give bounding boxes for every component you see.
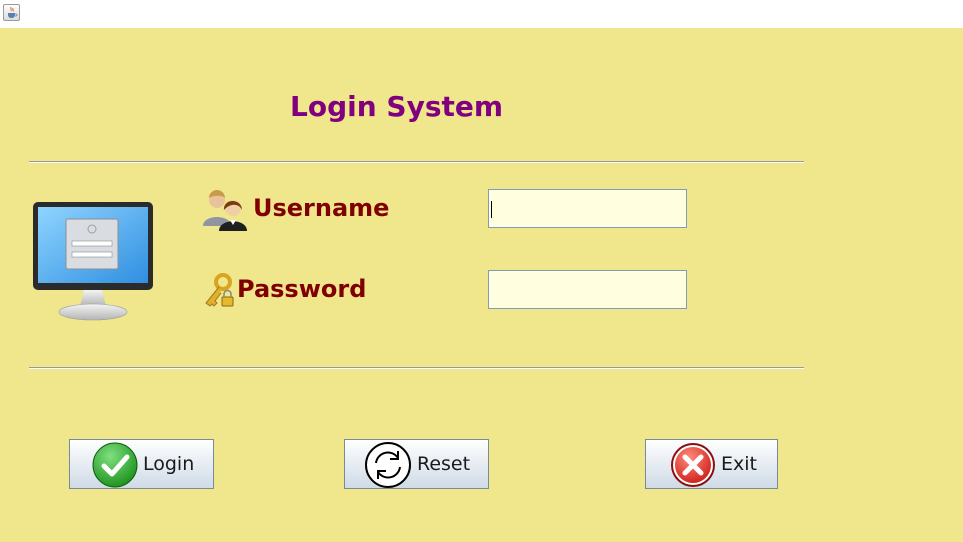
password-input[interactable] xyxy=(488,270,687,309)
username-label: Username xyxy=(253,194,390,222)
checkmark-icon xyxy=(92,442,138,493)
login-panel: Login System Username Password Login Res… xyxy=(0,28,963,542)
text-cursor xyxy=(491,201,492,218)
key-lock-icon xyxy=(201,273,237,313)
password-label: Password xyxy=(237,275,367,303)
java-app-icon[interactable] xyxy=(3,4,20,21)
top-separator xyxy=(29,161,804,163)
exit-button-label: Exit xyxy=(721,453,757,475)
refresh-icon xyxy=(365,442,411,493)
window-titlebar xyxy=(0,0,963,28)
close-x-icon xyxy=(670,442,716,493)
reset-button[interactable]: Reset xyxy=(344,439,489,489)
username-input[interactable] xyxy=(488,189,687,228)
users-icon xyxy=(202,188,250,236)
login-button[interactable]: Login xyxy=(69,439,214,489)
page-title: Login System xyxy=(290,90,504,123)
monitor-login-icon xyxy=(32,201,154,327)
reset-button-label: Reset xyxy=(417,453,471,475)
bottom-separator xyxy=(29,367,804,369)
exit-button[interactable]: Exit xyxy=(645,439,778,489)
login-button-label: Login xyxy=(143,453,195,475)
